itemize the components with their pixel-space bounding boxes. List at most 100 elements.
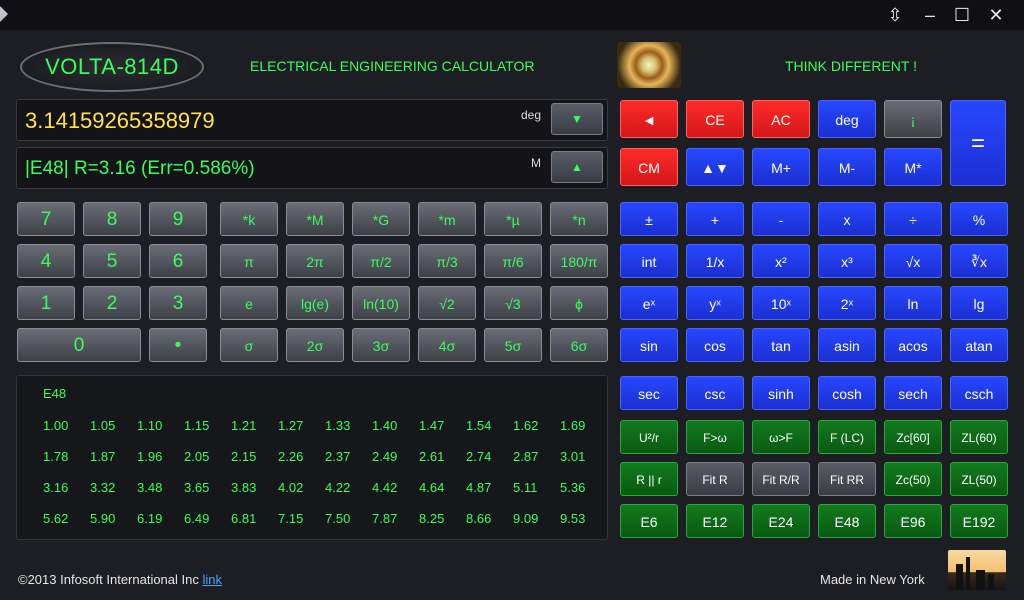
func-button[interactable]: F (LC) (818, 420, 876, 454)
close-icon[interactable]: ✕ (982, 3, 1010, 27)
const-button[interactable]: π/6 (484, 244, 542, 278)
const-button[interactable]: e (220, 286, 278, 320)
const-button[interactable]: π/3 (418, 244, 476, 278)
digit-1-button[interactable]: 1 (17, 286, 75, 320)
m-times-button[interactable]: M* (884, 148, 942, 186)
func-button[interactable]: csch (950, 376, 1008, 410)
func-button[interactable]: Zc[60] (884, 420, 942, 454)
func-button[interactable]: F>ω (686, 420, 744, 454)
maximize-icon[interactable]: ☐ (948, 3, 976, 27)
func-button[interactable]: tan (752, 328, 810, 362)
digit-9-button[interactable]: 9 (149, 202, 207, 236)
const-button[interactable]: *k (220, 202, 278, 236)
const-button[interactable]: *n (550, 202, 608, 236)
dropdown-down-button[interactable]: ▼ (551, 103, 603, 135)
func-button[interactable]: E96 (884, 504, 942, 538)
func-button[interactable]: sinh (752, 376, 810, 410)
backspace-button[interactable]: ◄ (620, 100, 678, 138)
nav-left-icon[interactable] (0, 6, 8, 22)
func-button[interactable]: % (950, 202, 1008, 236)
ac-button[interactable]: AC (752, 100, 810, 138)
digit-0-button[interactable]: 0 (17, 328, 141, 362)
dropdown-up-button[interactable]: ▲ (551, 151, 603, 183)
func-button[interactable]: E24 (752, 504, 810, 538)
footer-link[interactable]: link (203, 572, 223, 587)
digit-2-button[interactable]: 2 (83, 286, 141, 320)
func-button[interactable]: 2ˣ (818, 286, 876, 320)
func-button[interactable]: sin (620, 328, 678, 362)
func-button[interactable]: acos (884, 328, 942, 362)
func-button[interactable]: yˣ (686, 286, 744, 320)
ce-button[interactable]: CE (686, 100, 744, 138)
func-button[interactable]: ω>F (752, 420, 810, 454)
const-button[interactable]: √3 (484, 286, 542, 320)
func-button[interactable]: sech (884, 376, 942, 410)
const-button[interactable]: π (220, 244, 278, 278)
func-button[interactable]: int (620, 244, 678, 278)
func-button[interactable]: E192 (950, 504, 1008, 538)
const-button[interactable]: *m (418, 202, 476, 236)
func-button[interactable]: 1/x (686, 244, 744, 278)
const-button[interactable]: ϕ (550, 286, 608, 320)
const-button[interactable]: 180/π (550, 244, 608, 278)
digit-3-button[interactable]: 3 (149, 286, 207, 320)
deg-mode-button[interactable]: deg (818, 100, 876, 138)
const-button[interactable]: 2π (286, 244, 344, 278)
const-button[interactable]: 4σ (418, 328, 476, 362)
func-button[interactable]: E12 (686, 504, 744, 538)
func-button[interactable]: csc (686, 376, 744, 410)
func-button[interactable]: U²/r (620, 420, 678, 454)
func-button[interactable]: ln (884, 286, 942, 320)
digit-8-button[interactable]: 8 (83, 202, 141, 236)
func-button[interactable]: sec (620, 376, 678, 410)
func-button[interactable]: E48 (818, 504, 876, 538)
func-button[interactable]: cos (686, 328, 744, 362)
const-button[interactable]: *M (286, 202, 344, 236)
func-button[interactable]: Fit RR (818, 462, 876, 496)
const-button[interactable]: ln(10) (352, 286, 410, 320)
func-button[interactable]: Fit R/R (752, 462, 810, 496)
cm-button[interactable]: CM (620, 148, 678, 186)
decimal-point-button[interactable]: • (149, 328, 207, 362)
func-button[interactable]: atan (950, 328, 1008, 362)
equals-button[interactable]: = (950, 100, 1006, 186)
const-button[interactable]: 6σ (550, 328, 608, 362)
func-button[interactable]: ± (620, 202, 678, 236)
func-button[interactable]: x² (752, 244, 810, 278)
func-button[interactable]: asin (818, 328, 876, 362)
const-button[interactable]: lg(e) (286, 286, 344, 320)
minimize-icon[interactable]: – (916, 3, 944, 27)
info-button[interactable]: ¡ (884, 100, 942, 138)
const-button[interactable]: *G (352, 202, 410, 236)
const-button[interactable]: *µ (484, 202, 542, 236)
m-plus-button[interactable]: M+ (752, 148, 810, 186)
const-button[interactable]: 2σ (286, 328, 344, 362)
const-button[interactable]: σ (220, 328, 278, 362)
restore-arrows-icon[interactable]: ⇳ (881, 3, 909, 27)
func-button[interactable]: Zc(50) (884, 462, 942, 496)
func-button[interactable]: Fit R (686, 462, 744, 496)
func-button[interactable]: R || r (620, 462, 678, 496)
func-button[interactable]: x (818, 202, 876, 236)
digit-4-button[interactable]: 4 (17, 244, 75, 278)
func-button[interactable]: E6 (620, 504, 678, 538)
const-button[interactable]: 3σ (352, 328, 410, 362)
digit-6-button[interactable]: 6 (149, 244, 207, 278)
digit-5-button[interactable]: 5 (83, 244, 141, 278)
func-button[interactable]: ∛x (950, 244, 1008, 278)
func-button[interactable]: x³ (818, 244, 876, 278)
func-button[interactable]: eˣ (620, 286, 678, 320)
func-button[interactable]: √x (884, 244, 942, 278)
func-button[interactable]: lg (950, 286, 1008, 320)
func-button[interactable]: ÷ (884, 202, 942, 236)
func-button[interactable]: 10ˣ (752, 286, 810, 320)
m-minus-button[interactable]: M- (818, 148, 876, 186)
func-button[interactable]: - (752, 202, 810, 236)
func-button[interactable]: cosh (818, 376, 876, 410)
swap-button[interactable]: ▲▼ (686, 148, 744, 186)
const-button[interactable]: π/2 (352, 244, 410, 278)
const-button[interactable]: 5σ (484, 328, 542, 362)
func-button[interactable]: ZL(60) (950, 420, 1008, 454)
func-button[interactable]: + (686, 202, 744, 236)
const-button[interactable]: √2 (418, 286, 476, 320)
